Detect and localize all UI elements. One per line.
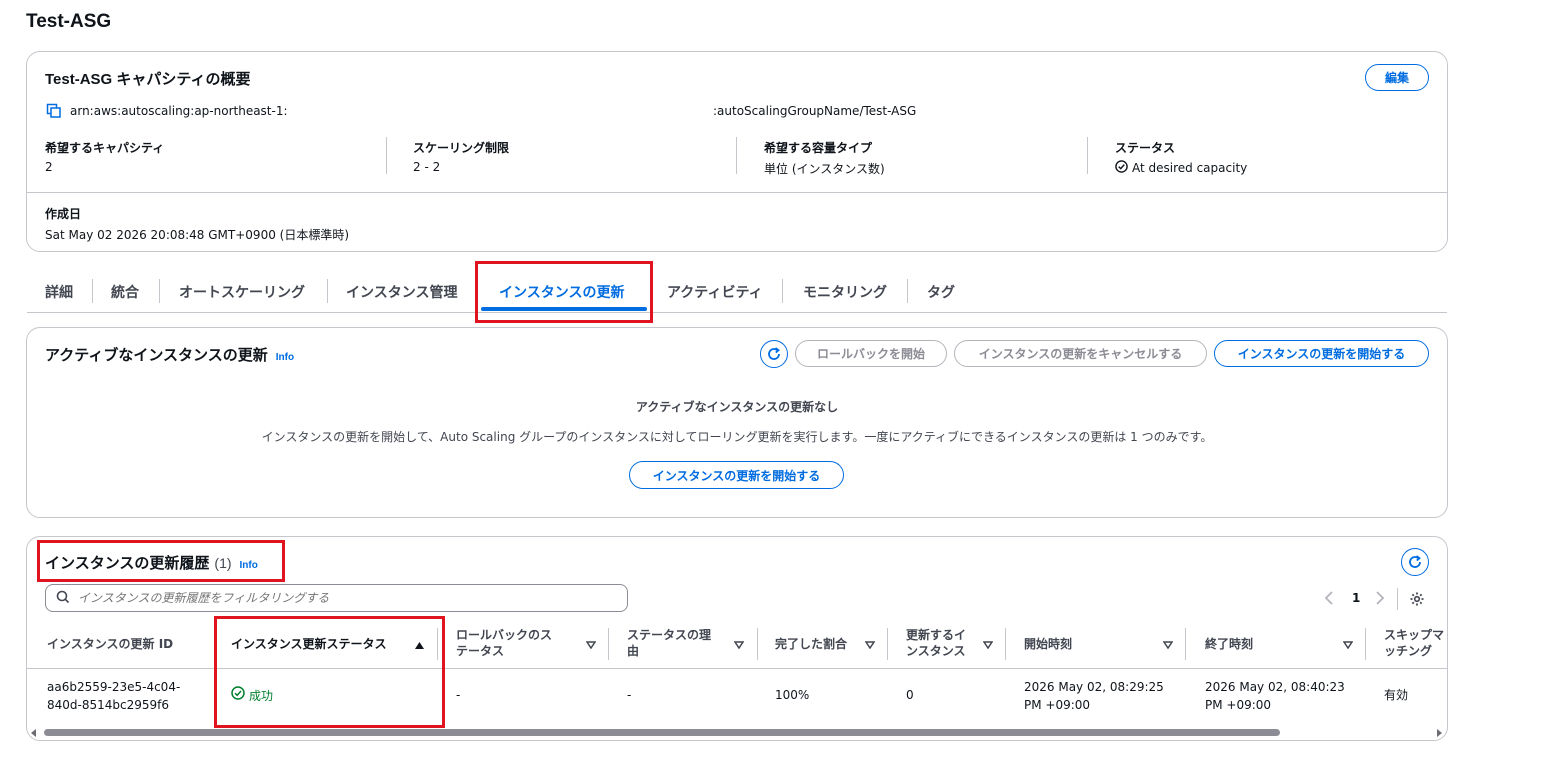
cancel-instance-refresh-button[interactable]: インスタンスの更新をキャンセルする <box>954 340 1207 367</box>
cell-status: 成功 <box>231 686 273 705</box>
history-info-link[interactable]: Info <box>240 560 258 571</box>
active-tab-indicator <box>481 307 647 311</box>
created-field: 作成日 Sat May 02 2026 20:08:48 GMT+0900 (日… <box>45 205 349 243</box>
desired-capacity-value: 2 <box>45 160 53 174</box>
desired-capacity-label: 希望するキャパシティ <box>45 141 165 155</box>
copy-icon[interactable] <box>46 103 62 122</box>
status-field: ステータス At desired capacity <box>1115 139 1247 176</box>
page-title: Test-ASG <box>26 11 112 32</box>
history-refresh-button[interactable] <box>1401 548 1429 576</box>
history-filter[interactable] <box>45 584 628 612</box>
tab-tags[interactable]: タグ <box>927 282 955 302</box>
cell-end-time: 2026 May 02, 08:40:23 PM +09:00 <box>1205 680 1345 712</box>
cell-start-time: 2026 May 02, 08:29:25 PM +09:00 <box>1024 680 1164 712</box>
column-header-status[interactable]: インスタンス更新ステータス <box>231 636 387 652</box>
gear-icon[interactable] <box>1409 591 1425 610</box>
column-header-percent-complete[interactable]: 完了した割合 <box>775 636 847 652</box>
sort-ascending-icon[interactable] <box>414 639 425 653</box>
scaling-limits-field: スケーリング制限 2 - 2 <box>413 139 509 174</box>
column-header-end-time[interactable]: 終了時刻 <box>1205 636 1253 652</box>
tab-instance-management[interactable]: インスタンス管理 <box>346 282 457 302</box>
column-header-status-reason[interactable]: ステータスの理由 <box>627 627 711 659</box>
created-value: Sat May 02 2026 20:08:48 GMT+0900 (日本標準時… <box>45 228 350 242</box>
history-title: インスタンスの更新履歴 <box>45 555 210 572</box>
scrollbar-thumb[interactable] <box>44 729 1280 736</box>
column-header-rollback-status[interactable]: ロールバックのス テータス <box>456 627 552 659</box>
horizontal-scrollbar[interactable] <box>30 728 1444 737</box>
column-header-refresh-id[interactable]: インスタンスの更新 ID <box>47 636 173 652</box>
page-number[interactable]: 1 <box>1352 591 1360 605</box>
created-label: 作成日 <box>45 207 82 221</box>
edit-button[interactable]: 編集 <box>1365 64 1429 91</box>
sort-icon[interactable] <box>733 638 745 652</box>
tab-activity[interactable]: アクティビティ <box>667 282 763 302</box>
search-icon <box>56 590 70 607</box>
sort-icon[interactable] <box>982 638 994 652</box>
history-filter-input[interactable] <box>78 591 598 605</box>
capacity-type-field: 希望する容量タイプ 単位 (インスタンス数) <box>764 139 885 177</box>
sort-icon[interactable] <box>864 638 876 652</box>
cell-rollback-status: - <box>456 688 461 702</box>
desired-capacity-field: 希望するキャパシティ 2 <box>45 139 164 174</box>
cell-skip-matching: 有効 <box>1384 688 1409 702</box>
tab-monitoring[interactable]: モニタリング <box>803 282 887 302</box>
column-header-skip-matching[interactable]: スキップマ ッチング <box>1384 627 1446 659</box>
scaling-limits-value: 2 - 2 <box>413 160 441 174</box>
tab-instance-refresh[interactable]: インスタンスの更新 <box>499 282 624 302</box>
history-count: (1) <box>214 555 232 571</box>
status-success-text: 成功 <box>249 688 274 703</box>
sort-icon[interactable] <box>585 638 597 652</box>
refresh-icon <box>1409 555 1421 568</box>
cell-refresh-id: aa6b2559-23e5-4c04- 840d-8514bc2959f6 <box>47 680 181 712</box>
start-instance-refresh-button[interactable]: インスタンスの更新を開始する <box>1214 340 1429 367</box>
success-icon <box>231 686 245 705</box>
cell-percent-complete: 100% <box>775 688 810 702</box>
refresh-icon <box>768 347 780 360</box>
column-header-start-time[interactable]: 開始時刻 <box>1024 636 1072 652</box>
cell-status-reason: - <box>627 688 632 702</box>
active-refresh-info-link[interactable]: Info <box>276 352 294 363</box>
capacity-card-title: Test-ASG キャパシティの概要 <box>45 71 251 88</box>
prev-page-icon[interactable] <box>1323 590 1335 609</box>
tab-auto-scaling[interactable]: オートスケーリング <box>179 282 305 302</box>
empty-state-title: アクティブなインスタンスの更新なし <box>635 400 839 414</box>
active-refresh-title: アクティブなインスタンスの更新 <box>45 347 268 364</box>
arn-suffix: :autoScalingGroupName/Test-ASG <box>713 104 917 118</box>
cell-instances-to-update: 0 <box>906 688 914 702</box>
capacity-type-value: 単位 (インスタンス数) <box>764 162 885 176</box>
check-circle-icon <box>1115 160 1128 176</box>
arn-prefix: arn:aws:autoscaling:ap-northeast-1: <box>70 104 288 118</box>
sort-icon[interactable] <box>1162 638 1174 652</box>
status-label: ステータス <box>1115 141 1176 155</box>
tab-details[interactable]: 詳細 <box>45 282 73 302</box>
status-value: At desired capacity <box>1132 161 1248 175</box>
column-header-instances-to-update[interactable]: 更新するイ ンスタンス <box>906 627 966 659</box>
sort-icon[interactable] <box>1342 638 1354 652</box>
next-page-icon[interactable] <box>1374 590 1386 609</box>
empty-state-description: インスタンスの更新を開始して、Auto Scaling グループのインスタンスに… <box>261 430 1213 444</box>
empty-state-start-button[interactable]: インスタンスの更新を開始する <box>629 461 844 489</box>
start-rollback-button[interactable]: ロールバックを開始 <box>795 340 947 367</box>
active-refresh-button[interactable] <box>760 340 788 368</box>
tab-integrations[interactable]: 統合 <box>111 282 139 302</box>
scaling-limits-label: スケーリング制限 <box>413 141 510 155</box>
capacity-type-label: 希望する容量タイプ <box>764 141 873 155</box>
